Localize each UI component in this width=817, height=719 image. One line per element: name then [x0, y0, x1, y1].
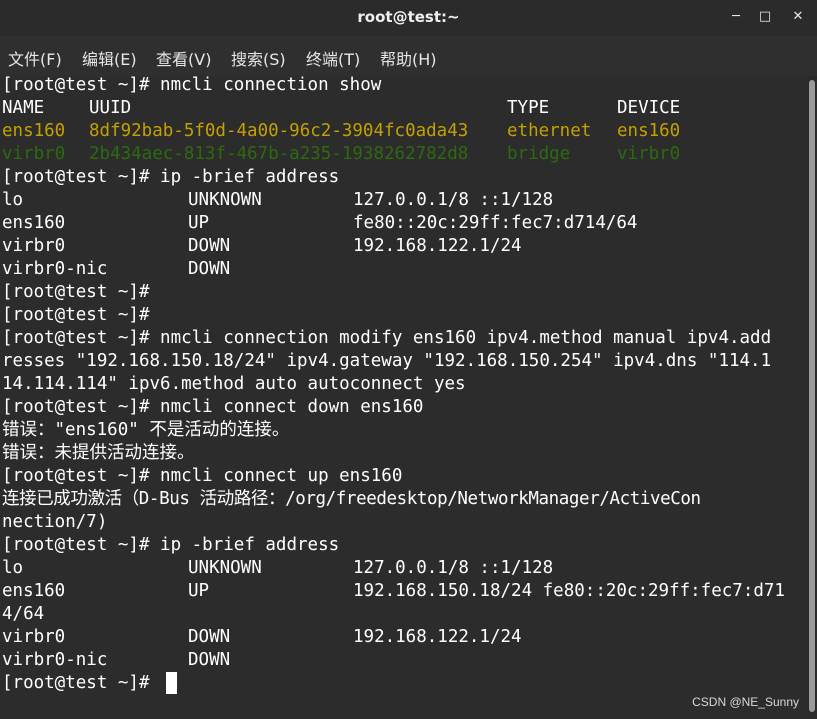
terminal-line: [root@test ~]# [2, 282, 150, 302]
menu-file[interactable]: 文件(F) [8, 46, 62, 70]
cell: 192.168.122.1/24 [353, 236, 522, 256]
cell: ens160 [2, 121, 66, 141]
terminal-line: [root@test ~]# nmcli connect down ens160 [2, 397, 424, 417]
cell: virbr0 [2, 627, 66, 647]
terminal-line: virbr0-nic DOWN [2, 649, 230, 672]
terminal-line: lo UNKNOWN 127.0.0.1/8 ::1/128 [2, 189, 553, 212]
cell: virbr0 [617, 144, 681, 164]
cell: bridge [507, 144, 571, 164]
cell: ens160 [2, 581, 66, 601]
column-name: NAME [2, 98, 45, 118]
minimize-button[interactable]: ─ [727, 8, 745, 26]
cell: fe80::20c:29ff:fec7:d714/64 [353, 213, 638, 233]
close-button[interactable]: ✕ [789, 8, 807, 26]
cell: 8df92bab-5f0d-4a00-96c2-3904fc0ada43 [89, 121, 469, 141]
cell: 2b434aec-813f-467b-a235-1938262782d8 [89, 144, 469, 164]
cell: lo [2, 190, 24, 210]
cell: DOWN [188, 236, 231, 256]
column-uuid: UUID [89, 98, 132, 118]
cell: ens160 [2, 213, 66, 233]
scrollbar[interactable] [808, 76, 817, 719]
terminal-line: [root@test ~]# ip -brief address [2, 535, 340, 555]
text-cursor [166, 672, 177, 694]
terminal-line: 连接已成功激活（D-Bus 活动路径：/org/freedesktop/Netw… [2, 489, 701, 509]
menu-view[interactable]: 查看(V) [156, 46, 211, 70]
cell: 127.0.0.1/8 ::1/128 [353, 558, 554, 578]
terminal-line: virbr0-nic DOWN [2, 258, 230, 281]
menu-search[interactable]: 搜索(S) [231, 46, 286, 70]
window-title: root@test:~ [357, 8, 460, 26]
terminal-line: 4/64 [2, 604, 45, 624]
cell: 192.168.122.1/24 [353, 627, 522, 647]
maximize-button[interactable]: □ [756, 8, 774, 26]
cell: DOWN [188, 627, 231, 647]
terminal-line: virbr0 DOWN 192.168.122.1/24 [2, 626, 522, 649]
cell: UNKNOWN [188, 190, 262, 210]
terminal-line: ens160 UP fe80::20c:29ff:fec7:d714/64 [2, 212, 637, 235]
menu-edit[interactable]: 编辑(E) [82, 46, 137, 70]
cell: DOWN [188, 650, 231, 670]
cell: virbr0-nic [2, 259, 108, 279]
terminal-line: NAME UUID TYPE DEVICE [2, 97, 680, 120]
terminal-window: root@test:~ ─ □ ✕ 文件(F) 编辑(E) 查看(V) 搜索(S… [0, 0, 817, 719]
terminal-line: [root@test ~]# ip -brief address [2, 167, 340, 187]
terminal-line: resses "192.168.150.18/24" ipv4.gateway … [2, 351, 772, 371]
cell: UNKNOWN [188, 558, 262, 578]
terminal-line: 错误：未提供活动连接。 [2, 443, 195, 463]
terminal-line: nection/7) [2, 512, 108, 532]
terminal-line: ens160 UP 192.168.150.18/24 fe80::20c:29… [2, 580, 785, 603]
terminal-line: virbr0 DOWN 192.168.122.1/24 [2, 235, 522, 258]
menu-bar: 文件(F) 编辑(E) 查看(V) 搜索(S) 终端(T) 帮助(H) [0, 36, 817, 76]
watermark: CSDN @NE_Sunny [692, 695, 799, 709]
cell: ens160 [617, 121, 681, 141]
cell: 127.0.0.1/8 ::1/128 [353, 190, 554, 210]
cell: DOWN [188, 259, 231, 279]
terminal-line: [root@test ~]# [2, 305, 150, 325]
scrollbar-thumb[interactable] [809, 80, 815, 712]
cell: virbr0 [2, 236, 66, 256]
terminal-line: virbr0 2b434aec-813f-467b-a235-193826278… [2, 143, 680, 166]
terminal-line: 14.114.114" ipv6.method auto autoconnect… [2, 374, 466, 394]
terminal-line: [root@test ~]# nmcli connection show [2, 76, 382, 95]
column-type: TYPE [507, 98, 550, 118]
cell: virbr0-nic [2, 650, 108, 670]
terminal-line: ens160 8df92bab-5f0d-4a00-96c2-3904fc0ad… [2, 120, 680, 143]
terminal-prompt: [root@test ~]# [2, 673, 150, 693]
column-device: DEVICE [617, 98, 681, 118]
terminal-line: [root@test ~]# nmcli connect up ens160 [2, 466, 403, 486]
cell: 192.168.150.18/24 fe80::20c:29ff:fec7:d7… [353, 581, 785, 601]
cell: ethernet [507, 121, 592, 141]
menu-help[interactable]: 帮助(H) [380, 46, 437, 70]
terminal-line: 错误："ens160" 不是活动的连接。 [2, 420, 290, 440]
cell: lo [2, 558, 24, 578]
title-bar[interactable]: root@test:~ ─ □ ✕ [0, 0, 817, 36]
terminal-line: lo UNKNOWN 127.0.0.1/8 ::1/128 [2, 557, 553, 580]
cell: virbr0 [2, 144, 66, 164]
cell: UP [188, 213, 210, 233]
terminal-line: [root@test ~]# nmcli connection modify e… [2, 328, 772, 348]
cell: UP [188, 581, 210, 601]
menu-terminal[interactable]: 终端(T) [306, 46, 360, 70]
terminal-output[interactable]: [root@test ~]# nmcli connection show NAM… [0, 76, 808, 719]
